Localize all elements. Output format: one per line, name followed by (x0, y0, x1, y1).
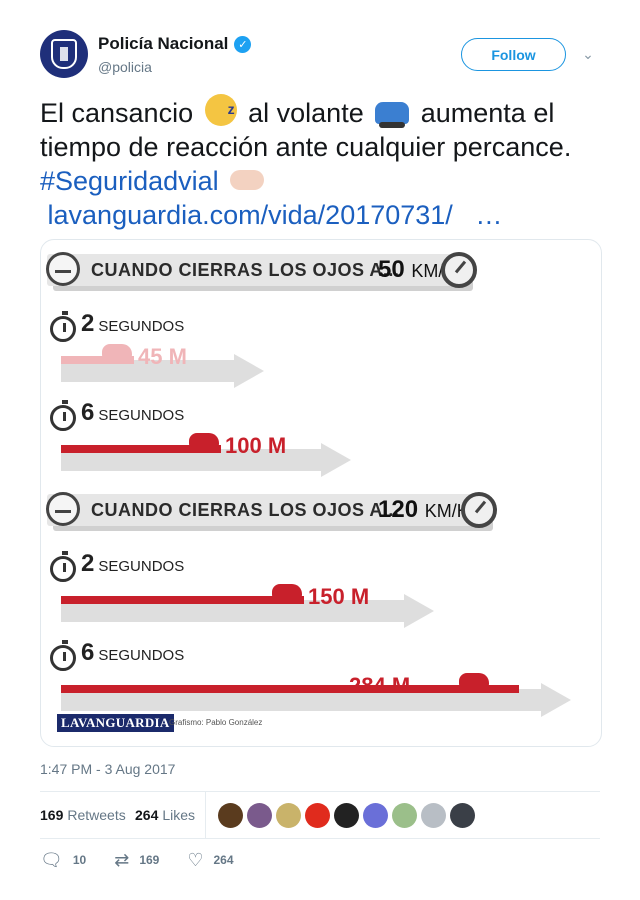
graphic-credit: Grafismo: Pablo González (169, 718, 263, 727)
distance-label: 150 M (308, 584, 370, 609)
tweet-header: Policía Nacional ✓ @policia Follow ⌄ (40, 30, 600, 82)
car-icon (459, 673, 489, 687)
seconds-label: 6 SEGUNDOS (81, 399, 184, 427)
distance-label: 100 M (225, 433, 287, 458)
likes-count: 264 (135, 807, 159, 823)
author-display-name[interactable]: Policía Nacional (98, 34, 228, 54)
distance-arrow (321, 443, 351, 477)
seconds-unit: SEGUNDOS (98, 647, 185, 664)
distance-arrow (541, 683, 571, 717)
banner-speed: 120 KM/H (378, 496, 470, 523)
seconds-unit: SEGUNDOS (98, 558, 185, 575)
stopwatch-icon (50, 311, 76, 342)
liker-avatar[interactable] (276, 803, 301, 828)
like-button[interactable]: ♡ 264 (187, 850, 233, 871)
tweet-actions: 🗨︎ 10 ⇄ 169 ♡ 264 (40, 848, 262, 872)
verified-badge-icon: ✓ (234, 35, 252, 53)
liker-avatar[interactable] (218, 803, 243, 828)
distance-arrow (404, 594, 434, 628)
tweet-text-part: El cansancio (40, 98, 194, 128)
like-count: 264 (213, 853, 234, 867)
stopwatch-icon (50, 400, 76, 431)
seconds-value: 2 (81, 310, 95, 337)
liker-avatar[interactable] (450, 803, 475, 828)
car-icon (189, 433, 219, 447)
reply-count: 10 (72, 853, 87, 867)
tweet-text: El cansancio al volante aumenta el tiemp… (40, 92, 610, 232)
follow-button[interactable]: Follow (461, 38, 566, 71)
liker-avatar[interactable] (247, 803, 272, 828)
tweet-text-part: al volante (248, 98, 364, 128)
likes-label: Likes (162, 807, 196, 823)
retweets-count: 169 (40, 807, 64, 823)
author-name-line[interactable]: Policía Nacional ✓ (98, 34, 252, 54)
liker-avatar[interactable] (392, 803, 417, 828)
speedometer-icon (441, 252, 477, 288)
banner-heading: CUANDO CIERRAS LOS OJOS A... (91, 500, 400, 520)
distance-label: 284 M (349, 673, 411, 698)
reply-icon: 🗨︎ (40, 849, 63, 870)
liker-avatars (218, 803, 475, 828)
tweet-text-part: aumenta el (420, 98, 555, 128)
article-link-url: lavanguardia.com/vida/20170731/ (47, 200, 453, 230)
heart-icon: ♡ (187, 849, 204, 870)
seconds-label: 2 SEGUNDOS (81, 550, 184, 578)
article-link[interactable]: lavanguardia.com/vida/20170731/ … (40, 200, 503, 230)
seconds-unit: SEGUNDOS (98, 318, 185, 335)
retweet-icon: ⇄ (114, 849, 130, 870)
retweets-stat[interactable]: 169 Retweets (40, 807, 126, 823)
tweet-media-image[interactable]: LAVANGUARDIA Grafismo: Pablo González CU… (40, 239, 602, 747)
retweets-label: Retweets (67, 807, 126, 823)
seconds-label: 2 SEGUNDOS (81, 310, 184, 338)
stats-divider (205, 792, 206, 838)
liker-avatar[interactable] (334, 803, 359, 828)
speedometer-icon (461, 492, 497, 528)
pointing-hand-icon (230, 170, 265, 190)
author-avatar[interactable] (40, 30, 88, 78)
seconds-unit: SEGUNDOS (98, 407, 185, 424)
reply-button[interactable]: 🗨︎ 10 (40, 850, 86, 871)
car-icon (102, 344, 132, 358)
liker-avatar[interactable] (305, 803, 330, 828)
stopwatch-icon (50, 640, 76, 671)
car-icon (375, 102, 410, 128)
tweet-timestamp[interactable]: 1:47 PM - 3 Aug 2017 (40, 761, 175, 777)
chevron-down-icon[interactable]: ⌄ (578, 44, 598, 64)
likes-stat[interactable]: 264 Likes (135, 807, 195, 823)
distance-label: 45 M (138, 344, 187, 369)
article-link-ellipsis: … (475, 200, 503, 230)
seconds-value: 6 (81, 639, 95, 666)
seconds-value: 6 (81, 399, 95, 426)
liker-avatar[interactable] (421, 803, 446, 828)
eyes-closed-face-icon (46, 252, 80, 286)
distance-track (61, 596, 304, 604)
retweet-count: 169 (139, 853, 160, 867)
car-icon (272, 584, 302, 598)
eyes-closed-face-icon (46, 492, 80, 526)
newspaper-logo: LAVANGUARDIA (57, 714, 174, 732)
liker-avatar[interactable] (363, 803, 388, 828)
distance-arrow (234, 354, 264, 388)
seconds-label: 6 SEGUNDOS (81, 639, 184, 667)
tweet-text-part: tiempo de reacción ante cualquier percan… (40, 132, 572, 162)
hashtag-link[interactable]: #Seguridadvial (40, 166, 219, 196)
banner-heading: CUANDO CIERRAS LOS OJOS A... (91, 260, 400, 280)
seconds-value: 2 (81, 550, 95, 577)
tweet-stats: 169 Retweets 264 Likes (40, 791, 600, 839)
author-handle[interactable]: @policia (98, 59, 152, 75)
infographic: LAVANGUARDIA Grafismo: Pablo González CU… (41, 240, 601, 746)
distance-track (61, 685, 519, 693)
sleeping-face-icon (204, 92, 237, 126)
police-badge-icon (51, 39, 77, 69)
retweet-button[interactable]: ⇄ 169 (114, 850, 159, 871)
stopwatch-icon (50, 551, 76, 582)
